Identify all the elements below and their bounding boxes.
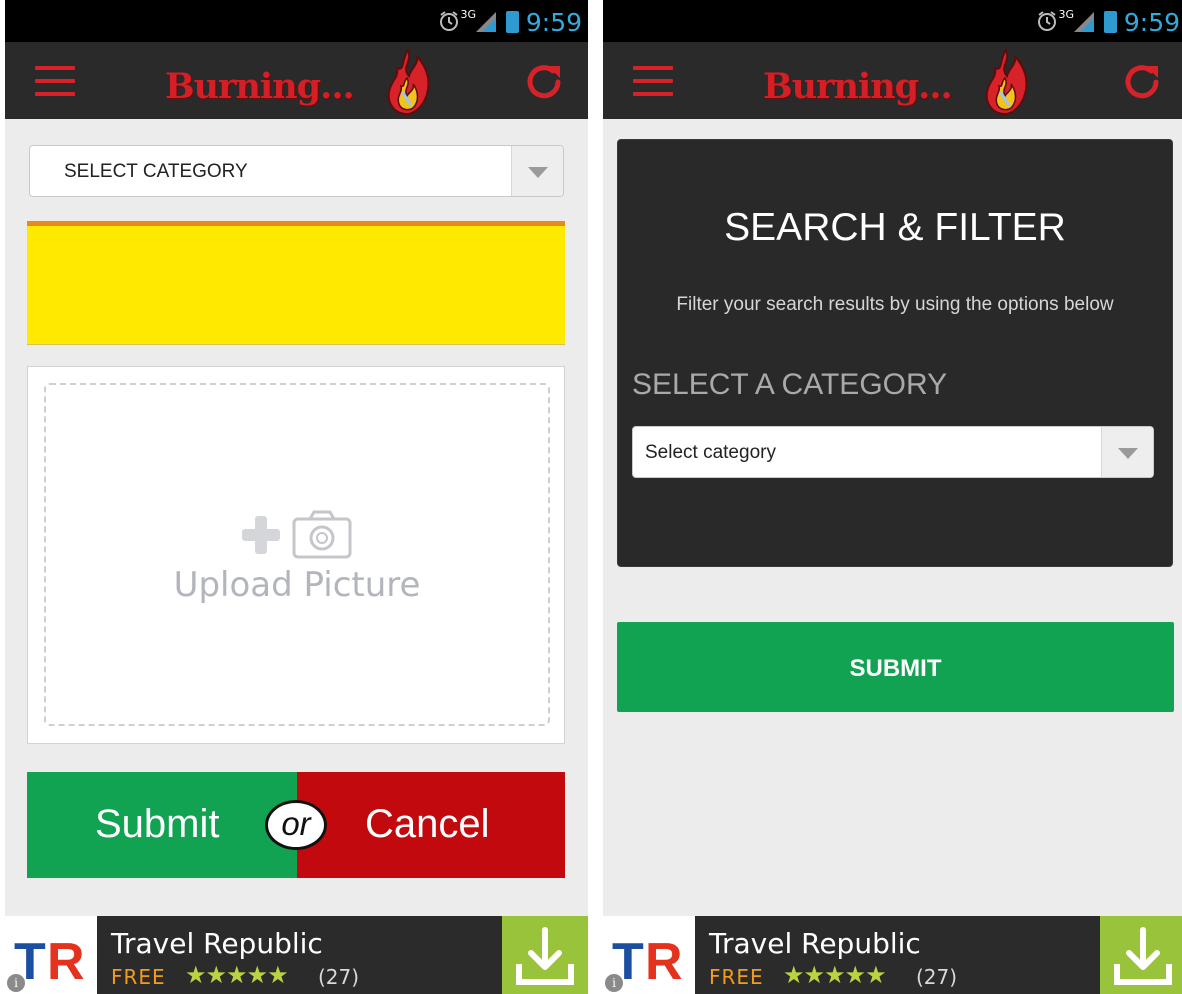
status-bar: 3G 9:59 bbox=[5, 0, 588, 42]
status-bar: 3G 9:59 bbox=[603, 0, 1182, 42]
refresh-icon[interactable] bbox=[1120, 60, 1164, 104]
yellow-banner bbox=[27, 221, 565, 345]
flame-icon bbox=[985, 48, 1028, 116]
app-header: Burning... bbox=[603, 42, 1182, 119]
app-header: Burning... bbox=[5, 42, 588, 119]
ad-logo-r: R bbox=[645, 933, 683, 991]
info-icon[interactable]: i bbox=[605, 974, 623, 992]
filter-title: SEARCH & FILTER bbox=[724, 206, 1066, 249]
category-select[interactable]: SELECT CATEGORY bbox=[29, 145, 564, 197]
plus-icon bbox=[242, 516, 280, 554]
network-type-label: 3G bbox=[460, 8, 476, 21]
ad-banner[interactable]: T R i Travel Republic FREE ★★★★★ (27) bbox=[603, 916, 1182, 994]
battery-icon bbox=[506, 11, 519, 33]
or-separator: or bbox=[265, 800, 327, 850]
star-icon: ★★★★★ bbox=[185, 962, 289, 989]
download-button[interactable] bbox=[1100, 916, 1182, 994]
status-time: 9:59 bbox=[1123, 8, 1180, 37]
submit-cancel-bar: Submit Cancel or bbox=[27, 772, 565, 878]
screen-submit-post: 3G 9:59 Burning... SELECT CATEGORY Uploa… bbox=[5, 0, 588, 994]
ad-banner[interactable]: T R i Travel Republic FREE ★★★★★ (27) bbox=[5, 916, 588, 994]
menu-icon[interactable] bbox=[35, 66, 75, 96]
ad-app-name: Travel Republic bbox=[709, 927, 921, 960]
app-logo: Burning... bbox=[753, 48, 1043, 116]
category-heading: SELECT A CATEGORY bbox=[632, 368, 948, 401]
category-select-value: SELECT CATEGORY bbox=[64, 161, 248, 182]
filter-description: Filter your search results by using the … bbox=[676, 294, 1114, 315]
alarm-icon bbox=[440, 11, 458, 31]
screen-search-filter: 3G 9:59 Burning... SEARCH & FILTER Filte… bbox=[603, 0, 1182, 994]
upload-card: Upload Picture bbox=[27, 366, 565, 744]
download-button[interactable] bbox=[502, 916, 588, 994]
battery-icon bbox=[1104, 11, 1117, 33]
filter-submit-button[interactable]: SUBMIT bbox=[617, 622, 1174, 712]
flame-icon bbox=[387, 48, 430, 116]
menu-icon[interactable] bbox=[633, 66, 673, 96]
logo-text: Burning... bbox=[763, 66, 953, 107]
filter-category-select[interactable]: Select category bbox=[632, 426, 1154, 478]
dropdown-arrow-button[interactable] bbox=[1101, 427, 1153, 477]
dropdown-arrow-button[interactable] bbox=[511, 146, 563, 196]
submit-label: Submit bbox=[95, 802, 220, 846]
dropdown-arrow-icon bbox=[528, 167, 548, 178]
network-type-label: 3G bbox=[1058, 8, 1074, 21]
ad-price: FREE bbox=[709, 965, 764, 989]
upload-picture-area[interactable]: Upload Picture bbox=[44, 383, 550, 726]
submit-button[interactable]: Submit bbox=[27, 772, 297, 878]
download-icon bbox=[516, 927, 574, 985]
signal-icon bbox=[476, 12, 496, 32]
cancel-label: Cancel bbox=[365, 802, 490, 846]
ad-review-count: (27) bbox=[318, 965, 360, 989]
alarm-icon bbox=[1038, 11, 1056, 31]
camera-icon bbox=[292, 510, 352, 559]
star-icon: ★★★★★ bbox=[783, 962, 887, 989]
upload-picture-label: Upload Picture bbox=[173, 565, 421, 605]
logo-text: Burning... bbox=[165, 66, 355, 107]
ad-review-count: (27) bbox=[916, 965, 958, 989]
download-icon bbox=[1114, 927, 1172, 985]
refresh-icon[interactable] bbox=[522, 60, 566, 104]
status-time: 9:59 bbox=[525, 8, 582, 37]
search-filter-panel: SEARCH & FILTER Filter your search resul… bbox=[617, 139, 1173, 567]
app-logo: Burning... bbox=[155, 48, 445, 116]
signal-icon bbox=[1074, 12, 1094, 32]
filter-submit-label: SUBMIT bbox=[849, 655, 942, 682]
cancel-button[interactable]: Cancel bbox=[297, 772, 565, 878]
info-icon[interactable]: i bbox=[7, 974, 25, 992]
upload-icons bbox=[242, 510, 352, 559]
dropdown-arrow-icon bbox=[1118, 448, 1138, 459]
ad-logo-r: R bbox=[47, 933, 85, 991]
ad-app-name: Travel Republic bbox=[111, 927, 323, 960]
filter-category-select-value: Select category bbox=[645, 442, 776, 463]
ad-price: FREE bbox=[111, 965, 166, 989]
